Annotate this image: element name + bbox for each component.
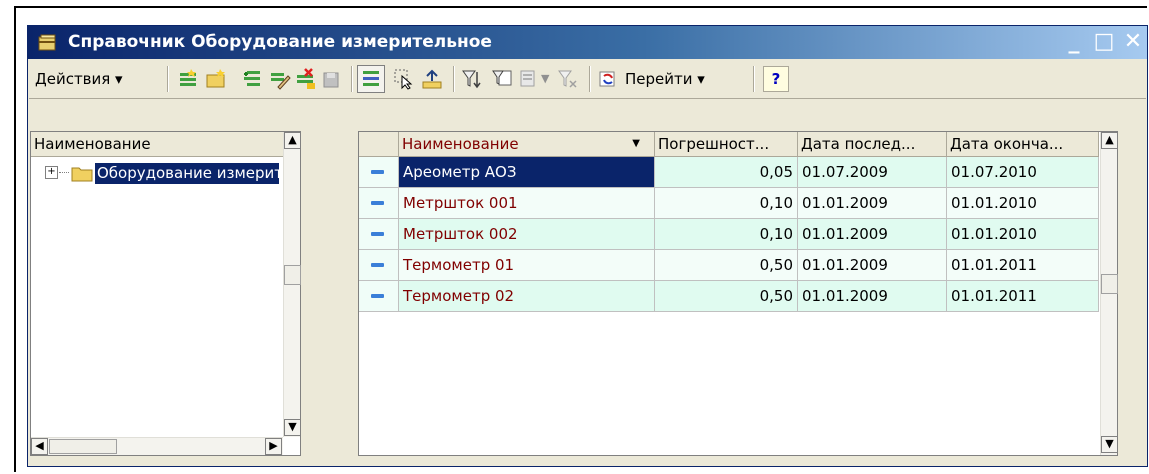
row-marker bbox=[359, 281, 399, 312]
column-header-name[interactable]: Наименование ▼ bbox=[399, 132, 655, 157]
copy-item-icon[interactable] bbox=[241, 68, 263, 90]
cell-end-date: 01.01.2010 bbox=[947, 219, 1099, 250]
row-marker bbox=[359, 250, 399, 281]
delete-mark-icon[interactable] bbox=[295, 68, 317, 90]
cell-end-date: 01.01.2010 bbox=[947, 188, 1099, 219]
refresh-icon[interactable] bbox=[597, 68, 619, 90]
cell-last-date: 01.01.2009 bbox=[798, 250, 947, 281]
item-marker-icon bbox=[371, 294, 384, 298]
toolbar-separator bbox=[453, 66, 455, 92]
table-row[interactable]: Ареометр АОЗ 0,05 01.07.2009 01.07.2010 bbox=[359, 157, 1099, 188]
help-button[interactable]: ? bbox=[763, 66, 789, 92]
cell-name: Термометр 01 bbox=[399, 250, 655, 281]
select-item-icon[interactable] bbox=[393, 68, 415, 90]
tree-horizontal-scrollbar[interactable]: ◀ ▶ bbox=[31, 437, 283, 455]
toolbar-separator bbox=[167, 66, 169, 92]
scroll-up-icon[interactable]: ▲ bbox=[1101, 132, 1118, 149]
filter-history-icon[interactable] bbox=[517, 68, 539, 90]
cell-last-date: 01.01.2009 bbox=[798, 219, 947, 250]
close-button[interactable]: ✕ bbox=[1119, 29, 1147, 55]
scroll-down-icon[interactable]: ▼ bbox=[284, 419, 301, 436]
filter-by-value-icon[interactable] bbox=[491, 68, 513, 90]
title-bar[interactable]: Справочник Оборудование измерительное _ … bbox=[28, 26, 1147, 59]
tree-vertical-scrollbar[interactable]: ▲ ▼ bbox=[283, 132, 301, 437]
save-disabled-icon[interactable] bbox=[321, 68, 343, 90]
add-group-icon[interactable] bbox=[205, 68, 227, 90]
item-marker-icon bbox=[371, 170, 384, 174]
cell-last-date: 01.01.2009 bbox=[798, 281, 947, 312]
toolbar-separator bbox=[589, 66, 591, 92]
filter-icon[interactable] bbox=[461, 68, 483, 90]
cell-name: Ареометр АОЗ bbox=[399, 157, 655, 188]
toolbar: Действия ▾ ▼ Перейти ▾ ? bbox=[29, 60, 1146, 99]
row-marker-header bbox=[359, 132, 399, 157]
clear-filter-icon[interactable] bbox=[557, 68, 579, 90]
row-marker bbox=[359, 157, 399, 188]
table-row[interactable]: Метршток 001 0,10 01.01.2009 01.01.2010 bbox=[359, 188, 1099, 219]
row-marker bbox=[359, 219, 399, 250]
cell-error: 0,50 bbox=[655, 281, 798, 312]
toolbar-separator bbox=[753, 66, 755, 92]
actions-menu-button[interactable]: Действия ▾ bbox=[35, 66, 123, 92]
items-table[interactable]: Наименование ▼ Погрешност... Дата послед… bbox=[358, 131, 1118, 456]
maximize-button[interactable]: □ bbox=[1090, 29, 1118, 55]
scroll-down-icon[interactable]: ▼ bbox=[1101, 436, 1118, 453]
tree-connector bbox=[59, 172, 69, 173]
column-header-last-date[interactable]: Дата послед... bbox=[798, 132, 947, 157]
goto-menu-button[interactable]: Перейти ▾ bbox=[625, 66, 705, 92]
table-row[interactable]: Термометр 01 0,50 01.01.2009 01.01.2011 bbox=[359, 250, 1099, 281]
hierarchy-toggle[interactable] bbox=[357, 65, 385, 93]
scroll-thumb[interactable] bbox=[49, 439, 117, 454]
cell-error: 0,10 bbox=[655, 219, 798, 250]
cell-end-date: 01.01.2011 bbox=[947, 250, 1099, 281]
level-up-icon[interactable] bbox=[421, 68, 443, 90]
cell-error: 0,05 bbox=[655, 157, 798, 188]
scroll-thumb[interactable] bbox=[284, 265, 301, 285]
catalog-icon bbox=[38, 34, 56, 51]
sort-desc-icon[interactable]: ▼ bbox=[632, 132, 640, 156]
dropdown-arrow-icon[interactable]: ▼ bbox=[541, 66, 549, 92]
cell-error: 0,10 bbox=[655, 188, 798, 219]
cell-name: Метршток 001 bbox=[399, 188, 655, 219]
window-title: Справочник Оборудование измерительное bbox=[68, 32, 492, 52]
minimize-button[interactable]: _ bbox=[1060, 29, 1088, 55]
table-row[interactable]: Метршток 002 0,10 01.01.2009 01.01.2010 bbox=[359, 219, 1099, 250]
cell-last-date: 01.07.2009 bbox=[798, 157, 947, 188]
table-row[interactable]: Термометр 02 0,50 01.01.2009 01.01.2011 bbox=[359, 281, 1099, 312]
cell-end-date: 01.07.2010 bbox=[947, 157, 1099, 188]
column-header-end-date[interactable]: Дата оконча... bbox=[947, 132, 1099, 157]
item-marker-icon bbox=[371, 201, 384, 205]
hierarchy-icon bbox=[363, 71, 379, 86]
tree-item-label[interactable]: Оборудование измерительное bbox=[95, 163, 279, 184]
expand-icon[interactable]: + bbox=[45, 166, 58, 179]
table-vertical-scrollbar[interactable]: ▲ ▼ bbox=[1100, 132, 1118, 455]
item-marker-icon bbox=[371, 232, 384, 236]
edit-item-icon[interactable] bbox=[269, 68, 291, 90]
add-item-icon[interactable] bbox=[177, 68, 199, 90]
toolbar-separator bbox=[351, 66, 353, 92]
scroll-up-icon[interactable]: ▲ bbox=[284, 132, 301, 149]
item-marker-icon bbox=[371, 263, 384, 267]
row-marker bbox=[359, 188, 399, 219]
cell-name: Метршток 002 bbox=[399, 219, 655, 250]
scroll-right-icon[interactable]: ▶ bbox=[265, 438, 282, 455]
scroll-left-icon[interactable]: ◀ bbox=[31, 438, 48, 455]
cell-name: Термометр 02 bbox=[399, 281, 655, 312]
cell-end-date: 01.01.2011 bbox=[947, 281, 1099, 312]
column-header-error[interactable]: Погрешност... bbox=[655, 132, 798, 157]
tree-header-name[interactable]: Наименование bbox=[31, 132, 285, 157]
cell-last-date: 01.01.2009 bbox=[798, 188, 947, 219]
column-header-name-label: Наименование bbox=[402, 135, 519, 153]
scroll-thumb[interactable] bbox=[1101, 274, 1118, 294]
group-tree[interactable]: Наименование + Оборудование измерительно… bbox=[30, 131, 301, 456]
folder-icon bbox=[71, 167, 93, 182]
cell-error: 0,50 bbox=[655, 250, 798, 281]
